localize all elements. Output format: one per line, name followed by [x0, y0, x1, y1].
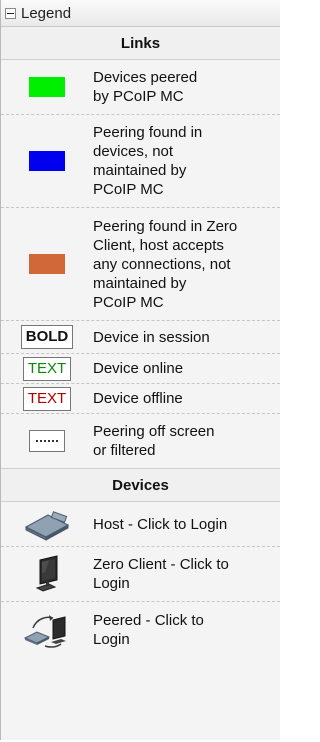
legend-row-label: Device online	[93, 360, 184, 377]
legend-row-in-session: BOLD Device in session	[1, 321, 280, 354]
online-text-badge: TEXT	[22, 356, 72, 381]
legend-row-label: Peering found in Zero Client, host accep…	[93, 217, 238, 311]
legend-row-host[interactable]: Host - Click to Login	[1, 502, 280, 547]
legend-row-label: Zero Client - Click to Login	[93, 556, 229, 592]
legend-row-zero-client[interactable]: Zero Client - Click to Login	[1, 547, 280, 602]
legend-row-zero-client-not-maintained: Peering found in Zero Client, host accep…	[1, 208, 280, 321]
legend-row-label: Devices peered by PCoIP MC	[93, 69, 198, 105]
collapse-icon[interactable]	[5, 7, 16, 19]
legend-row-label: Device offline	[93, 390, 183, 407]
legend-row-label: Peering off screen or filtered	[93, 423, 215, 459]
orange-swatch-icon	[29, 254, 65, 274]
legend-row-label: Peering found in devices, not maintained…	[93, 124, 203, 198]
legend-row-label: Host - Click to Login	[93, 515, 228, 533]
legend-row-off-screen: Peering off screen or filtered	[1, 414, 280, 469]
blue-swatch-icon	[29, 151, 65, 171]
legend-row-peered-device[interactable]: Peered - Click to Login	[1, 602, 280, 658]
host-device-icon[interactable]	[24, 507, 70, 541]
legend-panel: Legend Links Devices peered by PCoIP MC …	[0, 0, 280, 740]
green-swatch-icon	[29, 77, 65, 97]
devices-section-header: Devices	[1, 469, 280, 502]
legend-row-label: Device in session	[93, 328, 210, 346]
legend-row-peered: Devices peered by PCoIP MC	[1, 60, 280, 115]
bold-badge: BOLD	[20, 325, 74, 349]
peered-devices-icon[interactable]	[23, 610, 71, 650]
legend-row-devices-not-maintained: Peering found in devices, not maintained…	[1, 115, 280, 208]
offline-text-badge: TEXT	[22, 386, 72, 411]
legend-titlebar[interactable]: Legend	[1, 0, 280, 27]
legend-row-online: TEXT Device online	[1, 354, 280, 384]
dotted-line-icon	[29, 430, 65, 452]
legend-row-offline: TEXT Device offline	[1, 384, 280, 414]
zero-client-monitor-icon[interactable]	[27, 554, 67, 594]
legend-title: Legend	[21, 4, 72, 22]
legend-row-label: Peered - Click to Login	[93, 612, 204, 648]
links-section-header: Links	[1, 27, 280, 60]
